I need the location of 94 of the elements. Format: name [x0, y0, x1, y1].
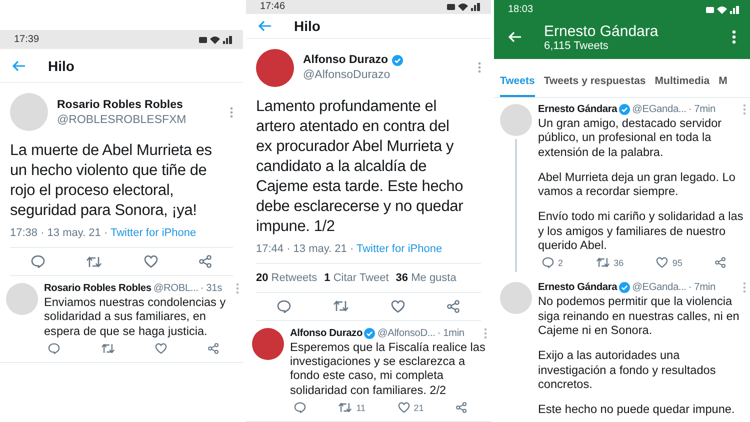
share-icon [447, 300, 460, 313]
share-icon [208, 342, 219, 354]
tweet-text: Lamento profundamente el artero atentado en contra del ex procurador Abel Murrieta y candidato a la alcaldía de Cajeme esta tarde. Este hecho debe esclarecerse y no quedar impune. 1/2 [256, 96, 464, 237]
avatar-placeholder[interactable] [252, 328, 284, 360]
retweet-action[interactable]: 11 [338, 402, 366, 413]
tweet-timestamp: 17:44 · 13 may. 21 · [256, 242, 355, 255]
retweet-action[interactable]: 36 [596, 257, 624, 268]
like-action[interactable]: 95 [656, 257, 682, 268]
tweet-text: Un gran amigo, destacado servidor público, un profesional en toda la extensión de la palabra. [538, 116, 723, 159]
profile-tab[interactable]: Tweets y respuestas [544, 75, 646, 97]
share-action[interactable] [456, 402, 467, 413]
share-action[interactable] [199, 255, 212, 268]
heart-icon [391, 300, 405, 313]
tweet-count: 6,115 Tweets [544, 40, 610, 52]
engagement-stat[interactable]: 20 Retweets [256, 272, 318, 284]
tweet-text: Abel Murrieta deja un gran legado. Lo vamos a recordar siempre. [538, 170, 736, 198]
action-count: 95 [672, 258, 682, 268]
status-time: 17:46 [260, 1, 286, 12]
speech-bubble-icon [48, 342, 60, 354]
author-name[interactable]: Rosario Robles Robles [44, 283, 152, 294]
status-time: 17:39 [14, 34, 40, 45]
engagement-stat[interactable]: 36 Me gusta [396, 272, 456, 284]
share-action[interactable] [208, 342, 219, 354]
engagement-stat[interactable]: 1 Citar Tweet [324, 272, 389, 284]
retweet-action[interactable] [100, 342, 115, 354]
author-handle: @ROBL... [153, 283, 198, 294]
retweet-icon [596, 257, 610, 268]
speech-bubble-icon [30, 255, 45, 268]
tweet-text: No podemos permitir que la violencia siga reinando en nuestras calles, ni en Cajeme ni en Sonora. [538, 294, 740, 338]
reply-action[interactable] [277, 300, 291, 313]
reply-action[interactable] [48, 342, 60, 354]
reply-action[interactable]: 2 [542, 257, 564, 268]
like-action[interactable] [391, 300, 405, 313]
author-handle: @EGanda... [632, 104, 686, 115]
author-name[interactable]: Alfonso Durazo [303, 54, 388, 66]
tweet-text: Este hecho no puede quedar impune. [538, 402, 736, 416]
status-time: 18:03 [508, 4, 534, 15]
profile-tab[interactable]: M [718, 75, 728, 97]
author-name[interactable]: Rosario Robles Robles [57, 98, 183, 110]
author-name[interactable]: Ernesto Gándara [538, 282, 618, 294]
author-name[interactable]: Alfonso Durazo [290, 328, 362, 339]
author-handle: @EGanda... [632, 282, 686, 294]
more-icon[interactable] [732, 30, 736, 44]
status-icons-drawing [447, 2, 481, 12]
action-count: 2 [558, 258, 564, 268]
retweet-icon [333, 300, 349, 312]
retweet-action[interactable] [86, 255, 102, 268]
author-handle: @ROBLESROBLESFXM [57, 114, 188, 126]
tweet-text: Esperemos que la Fiscalía realice las investigaciones y se esclarezca a fondo este caso, mi completa solidaridad con familiares. 2/2 [290, 340, 486, 397]
share-icon [456, 402, 467, 413]
back-icon[interactable] [258, 20, 272, 32]
tweet-time: · 7min [688, 282, 716, 294]
tweet-text: Exijo a las autoridades una investigación a fondo y resultados concretos. [538, 348, 717, 392]
page-title: Hilo [294, 18, 320, 34]
reply-action[interactable] [30, 255, 45, 268]
profile-name: Ernesto Gándara [544, 22, 660, 40]
tweet-time: · 31s [200, 283, 222, 294]
reply-action[interactable] [294, 402, 306, 413]
retweet-icon [100, 342, 115, 354]
speech-bubble-icon [277, 300, 291, 313]
like-action[interactable]: 21 [398, 402, 424, 413]
retweet-action[interactable] [333, 300, 349, 313]
speech-bubble-icon [542, 257, 554, 268]
action-count: 21 [414, 402, 424, 412]
share-icon [714, 257, 726, 268]
tweet-timestamp: 17:38 · 13 may. 21 · [10, 227, 109, 239]
profile-tab[interactable]: Multimedia [654, 75, 710, 97]
tweet-text: Enviamos nuestras condolencias y solidaridad a sus familiares, en espera de que se haga justicia. [44, 295, 227, 338]
share-action[interactable] [447, 300, 460, 313]
like-action[interactable] [155, 342, 168, 354]
share-icon [199, 255, 212, 268]
tweet-text: Envío todo mi cariño y solidaridad a las y los amigos y familiares de nuestro querido Abel. [538, 209, 744, 252]
retweet-icon [338, 402, 352, 413]
author-name[interactable]: Ernesto Gándara [538, 104, 618, 115]
like-action[interactable] [144, 255, 158, 268]
tweet-text: La muerte de Abel Murrieta es un hecho violento que tiñe de rojo el proceso electoral, seguridad para Sonora, ¡ya! [10, 141, 213, 221]
heart-icon [398, 402, 410, 413]
heart-icon [656, 257, 668, 268]
retweet-icon [86, 256, 102, 268]
tweet-time: · 7min [688, 104, 716, 115]
avatar-placeholder[interactable] [256, 48, 294, 87]
page-title: Hilo [48, 58, 74, 74]
speech-bubble-icon [294, 402, 306, 413]
heart-icon [155, 342, 168, 354]
action-count: 11 [356, 402, 366, 412]
share-action[interactable] [714, 257, 726, 268]
heart-icon [144, 255, 158, 268]
tweet-time: · 1min [437, 328, 464, 339]
action-count: 36 [614, 258, 624, 268]
status-icons-drawing [706, 4, 740, 14]
status-icons-drawing [199, 34, 233, 44]
author-handle: @AlfonsoDurazo [303, 69, 392, 82]
author-handle: @AlfonsoD... [377, 328, 436, 339]
back-icon[interactable] [12, 60, 26, 72]
